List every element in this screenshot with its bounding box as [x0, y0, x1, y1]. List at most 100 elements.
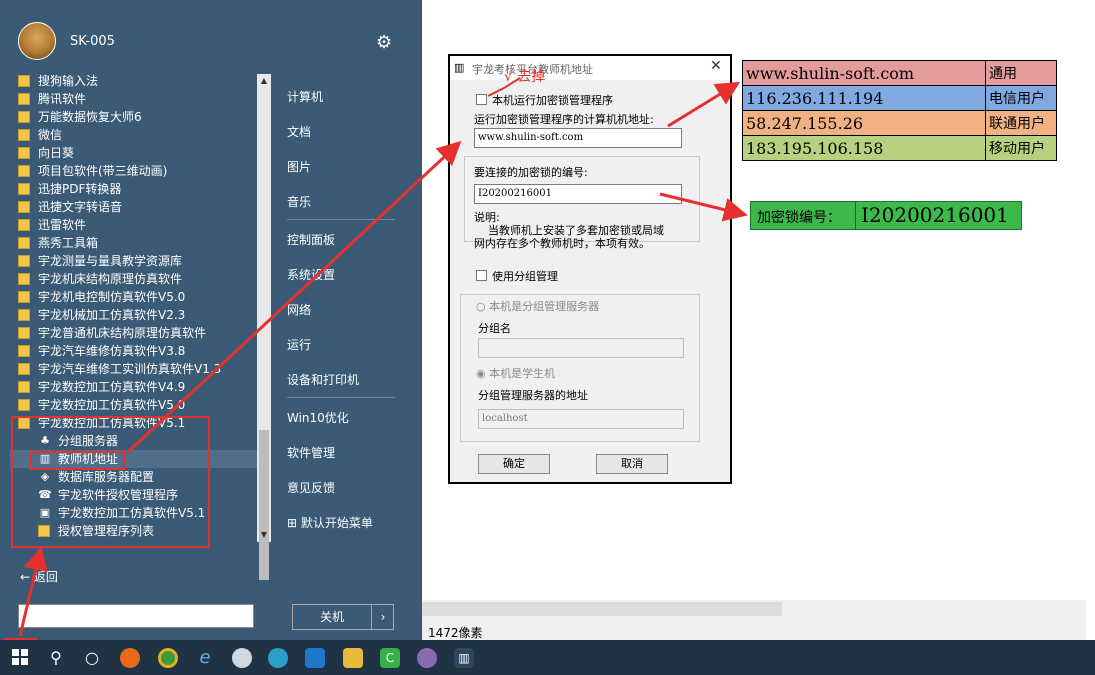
folder-icon	[18, 219, 30, 231]
nav-item[interactable]: 音乐	[287, 193, 311, 210]
app-folder-item[interactable]: 搜狗输入法	[10, 72, 260, 90]
dialog-titlebar[interactable]: ▥ 宇龙考核平台教师机地址 ✕	[450, 56, 730, 80]
pixel-readout: 1472像素	[428, 626, 483, 640]
folder-icon	[18, 345, 30, 357]
nav-item[interactable]: 控制面板	[287, 231, 335, 248]
student-radio[interactable]: ◉ 本机是学生机	[476, 365, 555, 381]
app-folder-item[interactable]: 迅雷软件	[10, 216, 260, 234]
cancel-button[interactable]: 取消	[596, 454, 668, 474]
app-folder-item[interactable]: 宇龙机床结构原理仿真软件	[10, 270, 260, 288]
nav-item[interactable]: 文档	[287, 123, 311, 140]
folder-icon	[18, 291, 30, 303]
app-folder-label: 宇龙机械加工仿真软件V2.3	[38, 308, 186, 322]
server-type-cell: 联通用户	[985, 110, 1057, 136]
server-address-cell: 58.247.155.26	[742, 110, 986, 136]
app-folder-item[interactable]: 迅捷文字转语音	[10, 198, 260, 216]
teacher-address-task-icon[interactable]: ▥	[454, 648, 474, 668]
app-folder-item[interactable]: 宇龙数控加工仿真软件V4.9	[10, 378, 260, 396]
avatar[interactable]	[18, 22, 56, 60]
app-folder-item[interactable]: 向日葵	[10, 144, 260, 162]
note-text-2: 网内存在多个教师机时，本项有效。	[474, 237, 650, 250]
taskbar: ⚲ ○ e C ▥	[0, 640, 1095, 675]
folder-icon	[18, 273, 30, 285]
close-icon[interactable]: ✕	[710, 58, 722, 74]
folder-icon	[18, 147, 30, 159]
folder-icon	[18, 363, 30, 375]
group-name-input[interactable]	[478, 338, 684, 358]
scroll-down-icon[interactable]: ▼	[257, 528, 271, 542]
use-group-checkbox[interactable]	[476, 270, 487, 281]
green-app-icon[interactable]: C	[380, 648, 400, 668]
app-folder-item[interactable]: 迅捷PDF转换器	[10, 180, 260, 198]
shutdown-button[interactable]: 关机 ›	[292, 604, 394, 630]
ie-icon[interactable]: e	[195, 648, 215, 668]
app-folder-item[interactable]: 项目包软件(带三维动画)	[10, 162, 260, 180]
app-folder-item[interactable]: 腾讯软件	[10, 90, 260, 108]
nav-item[interactable]: 计算机	[287, 88, 323, 105]
app-folder-label: 向日葵	[38, 146, 75, 160]
nav-item[interactable]: 意见反馈	[287, 479, 335, 496]
shutdown-label: 关机	[319, 610, 344, 624]
app-folder-label: 宇龙普通机床结构原理仿真软件	[38, 326, 207, 340]
nav-item[interactable]: Win10优化	[287, 409, 349, 426]
folder-icon	[18, 93, 30, 105]
group-server-radio[interactable]: ○ 本机是分组管理服务器	[476, 298, 599, 314]
windows-start-icon[interactable]	[10, 648, 30, 668]
edge-icon[interactable]	[268, 648, 288, 668]
nav-item[interactable]: 设备和打印机	[287, 371, 359, 388]
lock-number-input[interactable]: I20200216001	[474, 184, 682, 204]
start-search-input[interactable]	[18, 604, 254, 628]
app-folder-item[interactable]: 宇龙数控加工仿真软件V5.0	[10, 396, 260, 414]
dialog-app-icon: ▥	[454, 61, 465, 74]
app-folder-item[interactable]: 宇龙汽车维修工实训仿真软件V1.3	[10, 360, 260, 378]
nav-item[interactable]: 系统设置	[287, 266, 335, 283]
app-folder-item[interactable]: 宇龙汽车维修仿真软件V3.8	[10, 342, 260, 360]
app-folder-item[interactable]: 宇龙普通机床结构原理仿真软件	[10, 324, 260, 342]
gear-icon[interactable]: ⚙	[376, 32, 392, 53]
file-explorer-icon[interactable]	[343, 648, 363, 668]
nav-item[interactable]: 图片	[287, 158, 311, 175]
highlight-teacher-address-box	[30, 451, 125, 470]
app-folder-item[interactable]: 宇龙机电控制仿真软件V5.0	[10, 288, 260, 306]
nav-item[interactable]: 网络	[287, 301, 311, 318]
app-folder-item[interactable]: 微信	[10, 126, 260, 144]
chevron-right-icon[interactable]: ›	[371, 605, 394, 629]
search-icon[interactable]: ⚲	[46, 648, 66, 668]
nav-item[interactable]: 软件管理	[287, 444, 335, 461]
folder-icon	[18, 129, 30, 141]
group-server-address-input[interactable]: localhost	[478, 409, 684, 429]
app-folder-item[interactable]: 万能数据恢复大师6	[10, 108, 260, 126]
server-row: 58.247.155.26 联通用户	[742, 110, 1057, 136]
nav-separator	[287, 397, 395, 398]
app-circle-icon[interactable]	[232, 648, 252, 668]
scroll-up-icon[interactable]: ▲	[257, 74, 271, 88]
nav-item[interactable]: 运行	[287, 336, 311, 353]
computer-address-input[interactable]: www.shulin-soft.com	[474, 128, 682, 148]
paint-icon[interactable]	[417, 648, 437, 668]
user-account[interactable]: SK-005	[18, 22, 115, 60]
firefox-icon[interactable]	[120, 648, 140, 668]
app-folder-label: 宇龙数控加工仿真软件V5.0	[38, 398, 186, 412]
app-folder-label: 迅雷软件	[38, 218, 87, 232]
task-view-icon[interactable]: ○	[82, 648, 102, 668]
app-blue-icon[interactable]	[305, 648, 325, 668]
chrome-icon[interactable]	[158, 648, 178, 668]
scroll-thumb[interactable]	[259, 430, 269, 580]
server-address-cell: 183.195.106.158	[742, 135, 986, 161]
app-folder-label: 万能数据恢复大师6	[38, 110, 142, 124]
run-lock-checkbox[interactable]	[476, 94, 487, 105]
horizontal-scrollbar[interactable]	[422, 602, 782, 616]
ok-button[interactable]: 确定	[478, 454, 550, 474]
app-folder-item[interactable]: 燕秀工具箱	[10, 234, 260, 252]
back-button[interactable]: ← 返回	[20, 568, 58, 585]
group-server-address-label: 分组管理服务器的地址	[478, 389, 588, 402]
nav-item[interactable]: ⊞ 默认开始菜单	[287, 514, 373, 531]
app-folder-item[interactable]: 宇龙测量与量具教学资源库	[10, 252, 260, 270]
app-list-scrollbar[interactable]: ▲ ▼	[257, 74, 271, 580]
group-server-label: 本机是分组管理服务器	[489, 300, 600, 313]
run-lock-label: 本机运行加密锁管理程序	[492, 94, 613, 107]
student-label: 本机是学生机	[489, 367, 556, 380]
app-folder-item[interactable]: 宇龙机械加工仿真软件V2.3	[10, 306, 260, 324]
server-address-cell: 116.236.111.194	[742, 85, 986, 111]
app-folder-label: 燕秀工具箱	[38, 236, 99, 250]
